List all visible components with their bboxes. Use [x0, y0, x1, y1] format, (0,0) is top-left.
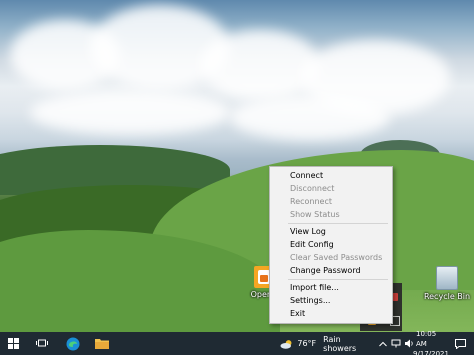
folder-icon	[95, 339, 109, 349]
menu-item-edit-config[interactable]: Edit Config	[290, 239, 334, 251]
windows-logo-icon	[7, 338, 19, 349]
notifications-button[interactable]	[450, 332, 470, 355]
desktop-icon-label: Recycle Bin	[423, 292, 471, 301]
desktop: OpenV Recycle Bin	[0, 0, 474, 332]
notification-icon	[454, 338, 466, 349]
file-explorer-button[interactable]	[90, 332, 114, 355]
clock-time: 10:05 AM	[416, 329, 437, 348]
edge-icon	[66, 337, 80, 350]
menu-item-connect[interactable]: Connect	[290, 170, 323, 182]
start-button[interactable]	[2, 332, 24, 355]
menu-item-exit[interactable]: Exit	[290, 308, 305, 320]
task-view-icon	[36, 339, 48, 347]
desktop-icon-recycle-bin[interactable]: Recycle Bin	[422, 266, 472, 301]
chevron-up-icon	[379, 341, 387, 346]
edge-taskbar-button[interactable]	[60, 332, 86, 355]
menu-item-view-log[interactable]: View Log	[290, 226, 326, 238]
menu-item-disconnect[interactable]: Disconnect	[290, 183, 334, 195]
menu-item-change-password[interactable]: Change Password	[290, 265, 361, 277]
menu-separator	[288, 279, 388, 280]
menu-item-clear-saved-passwords[interactable]: Clear Saved Passwords	[290, 252, 382, 264]
network-button[interactable]	[390, 332, 402, 355]
weather-widget[interactable]: 76°F Rain showers	[280, 332, 374, 355]
recycle-bin-icon	[436, 266, 458, 290]
speaker-icon	[405, 339, 413, 348]
cloud-shape	[200, 30, 320, 100]
cloud-shape	[30, 90, 230, 135]
taskbar: 76°F Rain showers 10:05 AM 9/17/2021	[0, 329, 474, 358]
menu-item-show-status[interactable]: Show Status	[290, 209, 340, 221]
task-view-button[interactable]	[30, 332, 54, 355]
clock[interactable]: 10:05 AM 9/17/2021	[413, 329, 449, 358]
menu-item-reconnect[interactable]: Reconnect	[290, 196, 332, 208]
cloud-shape	[230, 95, 390, 140]
clock-date: 9/17/2021	[413, 349, 449, 358]
weather-condition: Rain showers	[323, 334, 357, 353]
show-hidden-icons-button[interactable]	[377, 332, 389, 355]
network-icon	[391, 339, 401, 348]
menu-item-settings[interactable]: Settings...	[290, 295, 330, 307]
openvpn-context-menu: Connect Disconnect Reconnect Show Status…	[269, 166, 393, 324]
menu-separator	[288, 223, 388, 224]
cloud-sun-icon	[280, 339, 292, 349]
menu-item-import-file[interactable]: Import file...	[290, 282, 339, 294]
weather-temp: 76°F	[297, 339, 317, 348]
